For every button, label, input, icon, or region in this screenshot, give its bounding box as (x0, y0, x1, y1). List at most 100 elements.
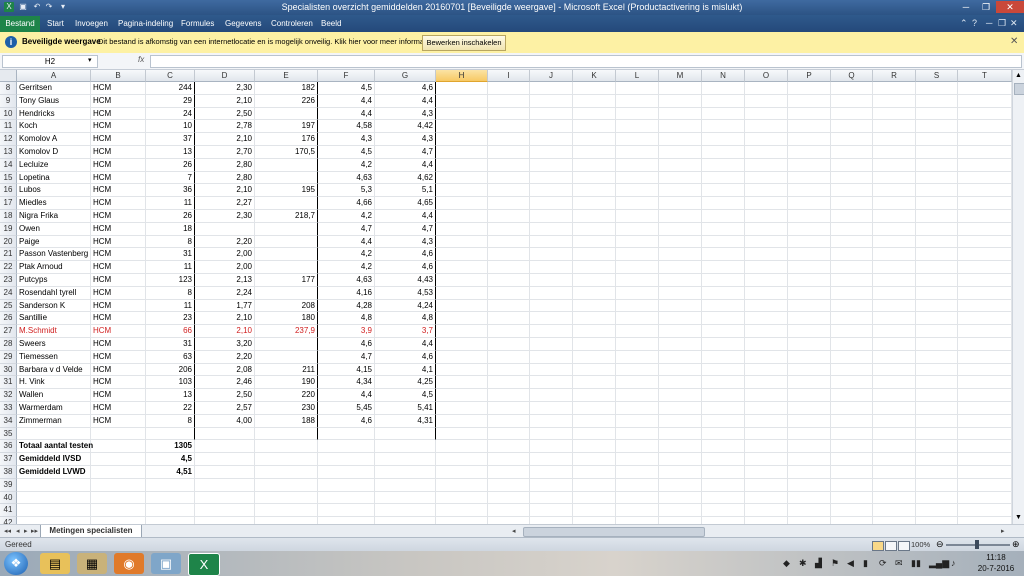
cell-p38[interactable] (788, 466, 831, 479)
cell-e30[interactable]: 211 (255, 363, 318, 377)
cell-g22[interactable]: 4,6 (375, 261, 436, 274)
cell-t30[interactable] (958, 363, 1012, 377)
cell-f18[interactable]: 4,2 (318, 210, 375, 223)
cell-t18[interactable] (958, 210, 1012, 223)
cell-m41[interactable] (659, 504, 702, 518)
cell-j21[interactable] (530, 248, 573, 262)
vertical-scroll-thumb[interactable] (1014, 83, 1024, 95)
cell-b38[interactable] (91, 466, 146, 479)
cell-g30[interactable]: 4,1 (375, 363, 436, 377)
cell-n32[interactable] (702, 389, 745, 402)
cell-e17[interactable] (255, 197, 318, 210)
name-box-dropdown-icon[interactable]: ▾ (88, 56, 92, 64)
row-header[interactable]: 19 (0, 222, 17, 236)
cell-s16[interactable] (916, 184, 958, 198)
cell-c41[interactable] (146, 504, 195, 518)
cell-k30[interactable] (573, 363, 616, 377)
cell-l10[interactable] (616, 107, 659, 121)
cell-c42[interactable] (146, 517, 195, 524)
cell-r11[interactable] (873, 120, 916, 134)
cell-o20[interactable] (745, 235, 788, 249)
cell-l31[interactable] (616, 376, 659, 390)
cell-c33[interactable]: 22 (146, 402, 195, 415)
cell-r8[interactable] (873, 82, 916, 95)
cell-a9[interactable]: Tony Glaus (17, 94, 91, 108)
cell-h36[interactable] (436, 440, 488, 454)
cell-c8[interactable]: 244 (146, 82, 195, 95)
cell-q30[interactable] (831, 363, 873, 377)
cell-l20[interactable] (616, 235, 659, 249)
cell-l39[interactable] (616, 478, 659, 492)
cell-o12[interactable] (745, 133, 788, 146)
cell-j35[interactable] (530, 427, 573, 441)
cell-d30[interactable]: 2,08 (195, 363, 255, 377)
cell-i35[interactable] (488, 427, 530, 441)
cell-j32[interactable] (530, 389, 573, 402)
cell-s17[interactable] (916, 197, 958, 210)
cell-s12[interactable] (916, 133, 958, 146)
protected-view-message[interactable]: Dit bestand is afkomstig van een interne… (98, 37, 434, 46)
cell-o21[interactable] (745, 248, 788, 262)
cell-s18[interactable] (916, 210, 958, 223)
cell-d34[interactable]: 4,00 (195, 414, 255, 428)
cell-q32[interactable] (831, 389, 873, 402)
cell-m17[interactable] (659, 197, 702, 210)
cell-b30[interactable]: HCM (91, 363, 146, 377)
cell-a14[interactable]: Lecluize (17, 158, 91, 172)
cell-l34[interactable] (616, 414, 659, 428)
cell-h38[interactable] (436, 466, 488, 479)
row-header[interactable]: 10 (0, 107, 17, 121)
cell-m36[interactable] (659, 440, 702, 454)
cell-k40[interactable] (573, 491, 616, 505)
cell-l42[interactable] (616, 517, 659, 524)
cell-n30[interactable] (702, 363, 745, 377)
cell-q36[interactable] (831, 440, 873, 454)
cell-f10[interactable]: 4,4 (318, 107, 375, 121)
cell-n14[interactable] (702, 158, 745, 172)
cell-l35[interactable] (616, 427, 659, 441)
cell-p27[interactable] (788, 325, 831, 338)
cell-g14[interactable]: 4,4 (375, 158, 436, 172)
cell-p39[interactable] (788, 478, 831, 492)
cell-m24[interactable] (659, 286, 702, 300)
cell-r12[interactable] (873, 133, 916, 146)
cell-n21[interactable] (702, 248, 745, 262)
row-header[interactable]: 28 (0, 338, 17, 351)
cell-n33[interactable] (702, 402, 745, 415)
row-header[interactable]: 11 (0, 120, 17, 134)
cell-o27[interactable] (745, 325, 788, 338)
row-header[interactable]: 21 (0, 248, 17, 262)
cell-k11[interactable] (573, 120, 616, 134)
cell-e14[interactable] (255, 158, 318, 172)
last-sheet-icon[interactable]: ▸▸ (31, 527, 38, 535)
cell-n12[interactable] (702, 133, 745, 146)
tab-formules[interactable]: Formules (181, 18, 214, 30)
row-header[interactable]: 30 (0, 363, 17, 377)
cell-o19[interactable] (745, 222, 788, 236)
cell-j38[interactable] (530, 466, 573, 479)
row-header[interactable]: 9 (0, 94, 17, 108)
cell-h24[interactable] (436, 286, 488, 300)
cell-q37[interactable] (831, 453, 873, 466)
cell-p33[interactable] (788, 402, 831, 415)
cell-q29[interactable] (831, 350, 873, 364)
cell-f25[interactable]: 4,28 (318, 299, 375, 313)
image-viewer-icon[interactable]: ▣ (151, 553, 181, 574)
cell-p9[interactable] (788, 94, 831, 108)
help-icon[interactable]: ? (972, 18, 977, 28)
cell-k38[interactable] (573, 466, 616, 479)
row-header[interactable]: 17 (0, 197, 17, 210)
cell-c21[interactable]: 31 (146, 248, 195, 262)
cell-m20[interactable] (659, 235, 702, 249)
cell-h27[interactable] (436, 325, 488, 338)
scroll-down-icon[interactable]: ▼ (1014, 514, 1023, 522)
cell-m35[interactable] (659, 427, 702, 441)
cell-t20[interactable] (958, 235, 1012, 249)
cell-h22[interactable] (436, 261, 488, 274)
cell-f12[interactable]: 4,3 (318, 133, 375, 146)
cell-h8[interactable] (436, 82, 488, 95)
start-button[interactable]: ❖ (4, 552, 28, 575)
cell-a40[interactable] (17, 491, 91, 505)
cell-n13[interactable] (702, 146, 745, 159)
cell-t25[interactable] (958, 299, 1012, 313)
